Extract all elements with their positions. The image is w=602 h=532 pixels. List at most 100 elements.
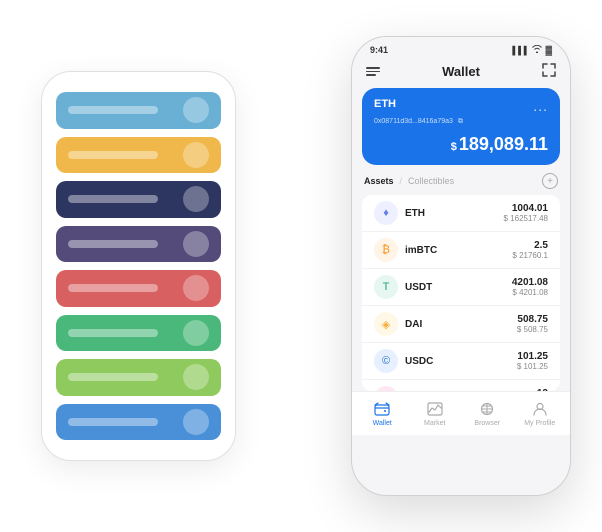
asset-amount: 508.75	[517, 314, 548, 325]
bg-card-1	[56, 92, 221, 129]
eth-card-menu[interactable]: ...	[533, 98, 548, 114]
eth-card-name: ETH	[374, 98, 396, 110]
asset-amount: 1004.01	[504, 203, 549, 214]
copy-icon[interactable]: ⧉	[458, 118, 463, 125]
nav-browser[interactable]: Browser	[461, 400, 514, 427]
bg-card-icon	[183, 142, 209, 168]
asset-name: imBTC	[405, 245, 437, 256]
asset-right: 101.25 $ 101.25	[517, 351, 548, 371]
wallet-nav-icon	[373, 400, 391, 418]
wallet-nav-label: Wallet	[373, 420, 392, 427]
bg-card-text	[68, 106, 158, 114]
asset-name: USDT	[405, 282, 432, 293]
status-time: 9:41	[370, 45, 388, 55]
asset-right: 1004.01 $ 162517.48	[504, 203, 549, 223]
browser-nav-label: Browser	[474, 420, 500, 427]
assets-header: Assets / Collectibles +	[352, 173, 570, 195]
nav-market[interactable]: Market	[409, 400, 462, 427]
header-title: Wallet	[442, 64, 480, 79]
status-bar: 9:41 ▌▌▌ ▓	[352, 37, 570, 59]
signal-icon: ▌▌▌	[512, 46, 529, 55]
asset-left: T USDT	[374, 275, 432, 299]
background-phone	[41, 71, 236, 461]
asset-item[interactable]: ♦ ETH 1004.01 $ 162517.48	[362, 195, 560, 232]
asset-list: ♦ ETH 1004.01 $ 162517.48 ₿ imBTC 2.5 $ …	[362, 195, 560, 391]
bg-card-text	[68, 151, 158, 159]
asset-name: ETH	[405, 208, 425, 219]
bg-card-text	[68, 418, 158, 426]
asset-amount: 101.25	[517, 351, 548, 362]
asset-name: USDC	[405, 356, 433, 367]
bg-card-icon	[183, 275, 209, 301]
bg-card-icon	[183, 186, 209, 212]
market-nav-label: Market	[424, 420, 445, 427]
asset-usd: $ 21760.1	[512, 251, 548, 260]
eth-card-top: ETH ...	[374, 98, 548, 114]
asset-right: 4201.08 $ 4201.08	[512, 277, 548, 297]
asset-icon: ₿	[374, 238, 398, 262]
bg-card-icon	[183, 364, 209, 390]
menu-icon[interactable]	[366, 67, 380, 76]
profile-nav-label: My Profile	[524, 420, 555, 427]
bg-card-text	[68, 240, 158, 248]
tab-divider: /	[400, 176, 403, 186]
bg-card-6	[56, 315, 221, 352]
asset-icon: ♦	[374, 201, 398, 225]
asset-left: © USDC	[374, 349, 433, 373]
phone-header: Wallet	[352, 59, 570, 88]
asset-icon: ©	[374, 349, 398, 373]
eth-card: ETH ... 0x08711d3d...8416a79a3 ⧉ $189,08…	[362, 88, 560, 165]
currency-symbol: $	[451, 141, 457, 153]
browser-nav-icon	[478, 400, 496, 418]
bg-card-8	[56, 404, 221, 441]
status-icons: ▌▌▌ ▓	[512, 45, 552, 55]
main-phone: 9:41 ▌▌▌ ▓	[351, 36, 571, 496]
asset-item[interactable]: 🐦 TFT 13 0	[362, 380, 560, 391]
asset-icon: T	[374, 275, 398, 299]
battery-icon: ▓	[545, 45, 552, 55]
balance-amount: 189,089.11	[459, 134, 548, 154]
expand-icon[interactable]	[542, 63, 556, 80]
app-scene: 9:41 ▌▌▌ ▓	[21, 21, 581, 511]
add-asset-button[interactable]: +	[542, 173, 558, 189]
bg-card-text	[68, 195, 158, 203]
bg-card-text	[68, 373, 158, 381]
assets-tabs: Assets / Collectibles	[364, 176, 454, 186]
asset-item[interactable]: ◈ DAI 508.75 $ 508.75	[362, 306, 560, 343]
asset-list-container: ♦ ETH 1004.01 $ 162517.48 ₿ imBTC 2.5 $ …	[362, 195, 560, 391]
tab-assets[interactable]: Assets	[364, 176, 394, 186]
bg-card-5	[56, 270, 221, 307]
asset-amount: 4201.08	[512, 277, 548, 288]
asset-amount: 2.5	[512, 240, 548, 251]
asset-icon: ◈	[374, 312, 398, 336]
eth-card-balance: $189,089.11	[374, 134, 548, 155]
market-nav-icon	[426, 400, 444, 418]
bg-card-7	[56, 359, 221, 396]
asset-name: DAI	[405, 319, 422, 330]
asset-item[interactable]: © USDC 101.25 $ 101.25	[362, 343, 560, 380]
asset-item[interactable]: T USDT 4201.08 $ 4201.08	[362, 269, 560, 306]
eth-card-address: 0x08711d3d...8416a79a3 ⧉	[374, 118, 548, 126]
asset-item[interactable]: ₿ imBTC 2.5 $ 21760.1	[362, 232, 560, 269]
asset-usd: $ 4201.08	[512, 288, 548, 297]
asset-left: ₿ imBTC	[374, 238, 437, 262]
tab-collectibles[interactable]: Collectibles	[408, 176, 454, 186]
asset-usd: $ 101.25	[517, 362, 548, 371]
bottom-nav: Wallet Market	[352, 391, 570, 435]
bg-card-4	[56, 226, 221, 263]
asset-right: 508.75 $ 508.75	[517, 314, 548, 334]
bg-card-icon	[183, 231, 209, 257]
phone-inner: 9:41 ▌▌▌ ▓	[352, 37, 570, 435]
asset-right: 2.5 $ 21760.1	[512, 240, 548, 260]
bg-card-text	[68, 329, 158, 337]
nav-profile[interactable]: My Profile	[514, 400, 567, 427]
nav-wallet[interactable]: Wallet	[356, 400, 409, 427]
asset-usd: $ 508.75	[517, 325, 548, 334]
bg-card-icon	[183, 97, 209, 123]
bg-card-3	[56, 181, 221, 218]
wifi-icon	[532, 45, 542, 55]
bg-card-icon	[183, 409, 209, 435]
asset-usd: $ 162517.48	[504, 214, 549, 223]
bg-card-text	[68, 284, 158, 292]
asset-left: ◈ DAI	[374, 312, 422, 336]
